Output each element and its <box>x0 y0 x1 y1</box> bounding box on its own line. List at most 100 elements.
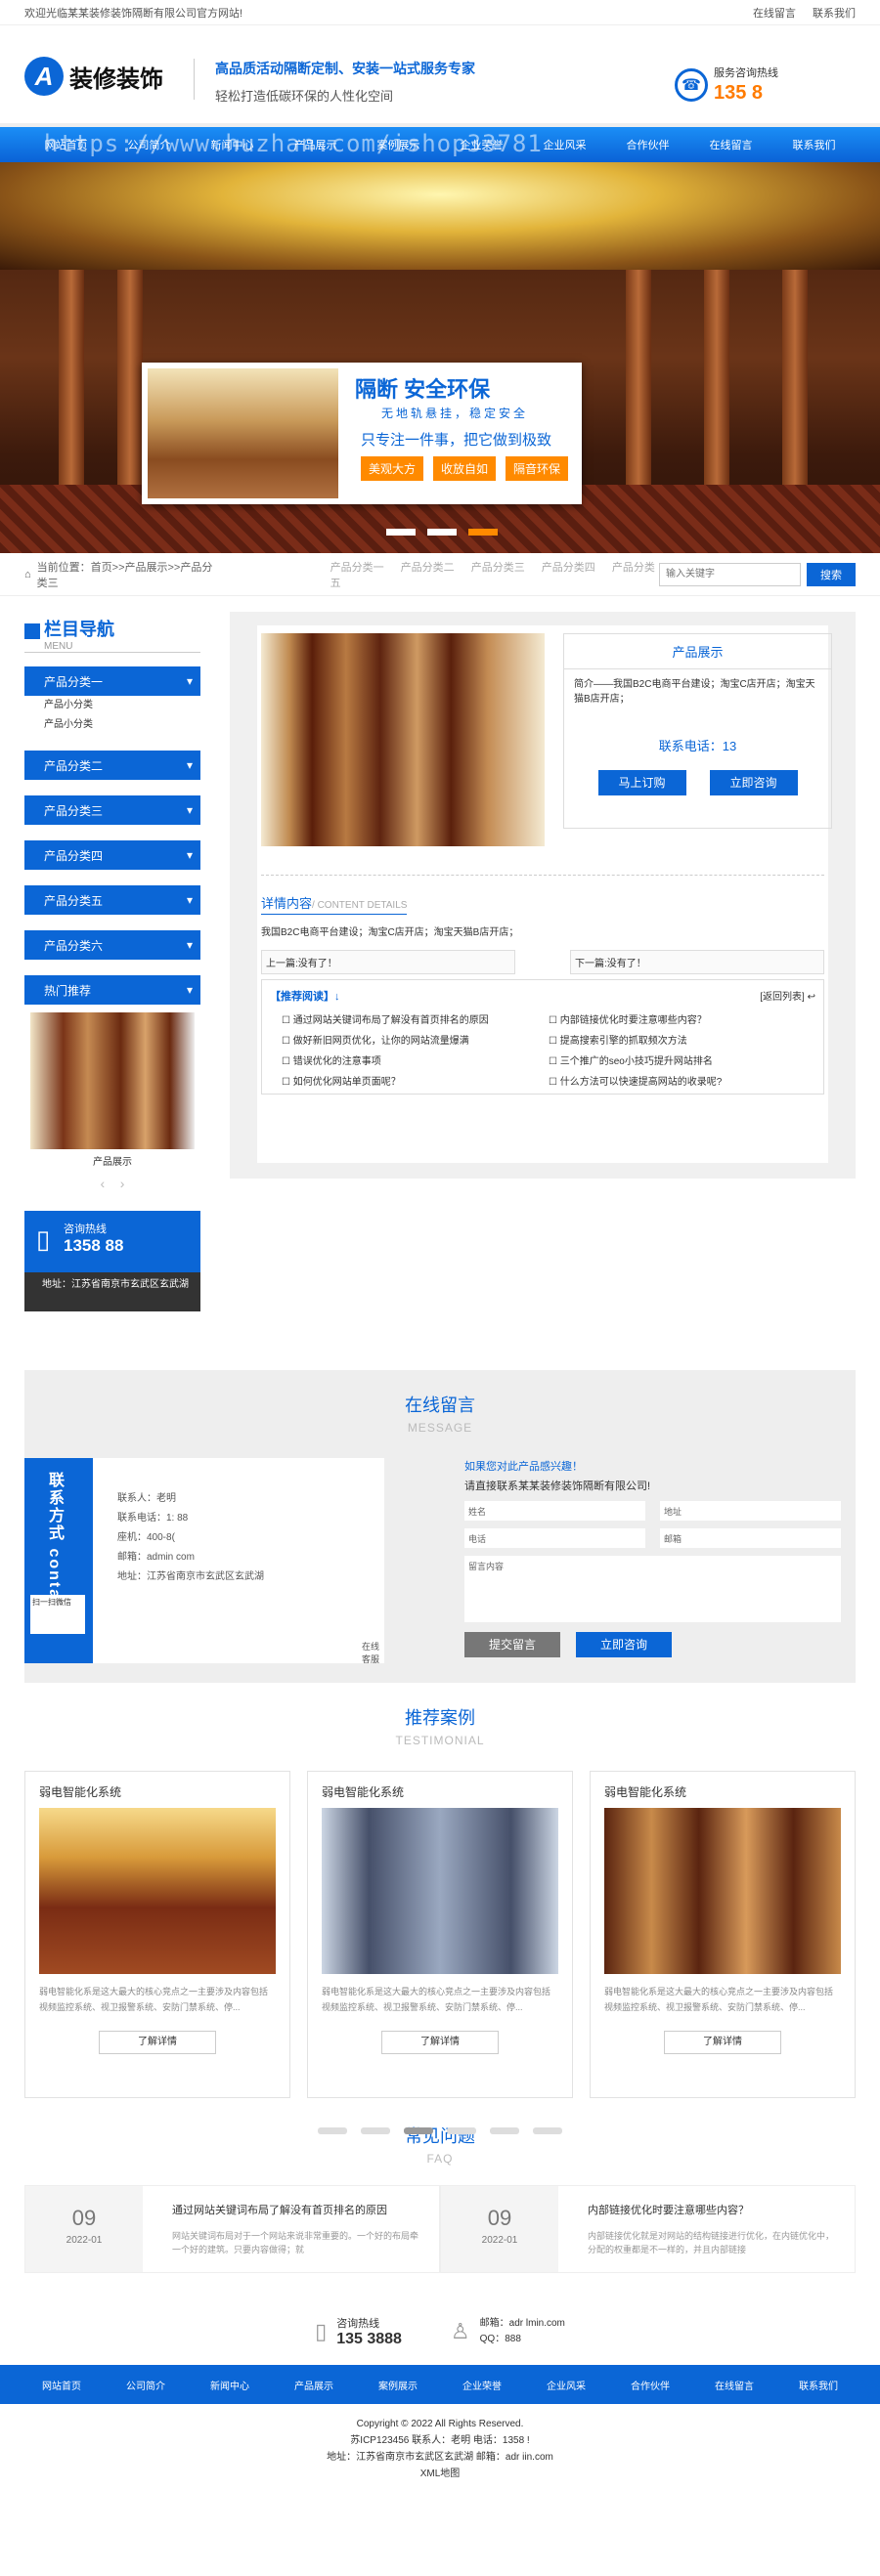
cat-link[interactable]: 产品分类三 <box>471 562 525 574</box>
nav-item-home[interactable]: 网站首页 <box>24 137 108 152</box>
nav-item-message[interactable]: 在线留言 <box>689 137 772 152</box>
cases-dot[interactable] <box>490 2127 519 2134</box>
phone-field[interactable]: 电话 <box>464 1528 645 1548</box>
search-button[interactable]: 搜索 <box>807 562 856 586</box>
sidebar-cat-4[interactable]: 产品分类四 <box>24 840 200 870</box>
consult-button[interactable]: 立即咨询 <box>709 770 798 795</box>
case-more-button[interactable]: 了解详情 <box>381 2031 499 2054</box>
name-field[interactable]: 姓名 <box>464 1501 645 1521</box>
sidebar-product-photo[interactable] <box>30 1012 195 1149</box>
cat-link[interactable]: 产品分类四 <box>542 562 595 574</box>
faq-date: 09 2022-01 <box>25 2186 143 2272</box>
faq-item[interactable]: 09 2022-01 内部链接优化时要注意哪些内容？ 内部链接优化就是对网站的结… <box>440 2185 856 2273</box>
footer-nav-item[interactable]: 网站首页 <box>20 2378 104 2392</box>
faq-section: 常见问题 FAQ 09 2022-01 通过网站关键词布局了解没有首页排名的原因… <box>0 2123 880 2273</box>
cases-dot[interactable] <box>447 2127 476 2134</box>
nav-item-news[interactable]: 新闻中心 <box>191 137 274 152</box>
case-more-button[interactable]: 了解详情 <box>664 2031 781 2054</box>
nav-item-contact[interactable]: 联系我们 <box>772 137 856 152</box>
product-info-box: 产品展示 简介——我国B2C电商平台建设；淘宝C店开店；淘宝天猫B店开店； 联系… <box>563 633 832 829</box>
cases-dot[interactable] <box>361 2127 390 2134</box>
footer-nav-item[interactable]: 公司简介 <box>104 2378 188 2392</box>
faq-item[interactable]: 09 2022-01 通过网站关键词布局了解没有首页排名的原因 网站关键词布局对… <box>24 2185 440 2273</box>
sitemap-link[interactable]: XML地图 <box>0 2466 880 2482</box>
case-card[interactable]: 弱电智能化系统 弱电智能化系是这大最大的核心竞点之一主要涉及内容包括视频监控系统… <box>590 1771 856 2098</box>
related-reading: 【推荐阅读】↓ [返回列表] ↩ ☐ 通过网站关键词布局了解没有首页排名的原因 … <box>261 979 824 1095</box>
banner-dot[interactable] <box>427 529 457 536</box>
top-link-message[interactable]: 在线留言 <box>753 8 796 20</box>
banner-dot[interactable] <box>386 529 416 536</box>
footer-hotline-number: 135 3888 <box>336 2331 402 2347</box>
nav-item-products[interactable]: 产品展示 <box>274 137 357 152</box>
sidebar-cat-2[interactable]: 产品分类二 <box>24 751 200 780</box>
related-item[interactable]: ☐ 三个推广的seo小技巧提升网站排名 <box>549 1052 815 1067</box>
sidebar-cat-6[interactable]: 产品分类六 <box>24 930 200 960</box>
cases-dot-active[interactable] <box>404 2127 433 2134</box>
address-field[interactable]: 地址 <box>660 1501 841 1521</box>
nav-item-partners[interactable]: 合作伙伴 <box>606 137 689 152</box>
case-card[interactable]: 弱电智能化系统 弱电智能化系是这大最大的核心竞点之一主要涉及内容包括视频监控系统… <box>24 1771 290 2098</box>
related-item[interactable]: ☐ 错误优化的注意事项 <box>282 1052 549 1067</box>
prev-link[interactable]: 上一篇:没有了！ <box>261 950 515 974</box>
related-item[interactable]: ☐ 通过网站关键词布局了解没有首页排名的原因 <box>282 1011 549 1026</box>
sidebar-title: 栏目导航 MENU <box>24 612 200 653</box>
cases-dot[interactable] <box>318 2127 347 2134</box>
back-to-list[interactable]: [返回列表] ↩ <box>760 988 815 1004</box>
sidebar-hot[interactable]: 热门推荐 <box>24 975 200 1005</box>
slogan-main: 高品质活动隔断定制、安装一站式服务专家 <box>215 61 475 76</box>
sidebar-cat-3[interactable]: 产品分类三 <box>24 795 200 825</box>
email-field[interactable]: 邮箱 <box>660 1528 841 1548</box>
logo[interactable]: A 装修装饰 <box>24 57 163 96</box>
footer-nav-item[interactable]: 产品展示 <box>272 2378 356 2392</box>
qr-code: 扫一扫微信 <box>30 1595 85 1634</box>
breadcrumb[interactable]: 当前位置：首页>>产品展示>>产品分类三 <box>37 559 223 590</box>
cat-link[interactable]: 产品分类二 <box>401 562 455 574</box>
case-title: 弱电智能化系统 <box>604 1785 687 1799</box>
footer-nav-item[interactable]: 合作伙伴 <box>608 2378 692 2392</box>
detail-title: 详情内容/ CONTENT DETAILS <box>261 893 408 915</box>
submit-message-button[interactable]: 提交留言 <box>464 1632 560 1657</box>
consult-now-button[interactable]: 立即咨询 <box>576 1632 672 1657</box>
nav-item-cases[interactable]: 案例展示 <box>357 137 440 152</box>
faq-question[interactable]: 通过网站关键词布局了解没有首页排名的原因 <box>172 2202 425 2217</box>
arrow-right-icon[interactable]: › <box>120 1176 125 1191</box>
case-more-button[interactable]: 了解详情 <box>99 2031 216 2054</box>
contact-info: 联系人：老明 联系电话：1: 88 座机：400-8( 邮箱：admin com… <box>117 1489 264 1587</box>
related-item[interactable]: ☐ 内部链接优化时要注意哪些内容？ <box>549 1011 815 1026</box>
sidebar-subcat[interactable]: 产品小分类 <box>24 696 200 715</box>
search-input[interactable] <box>659 562 801 586</box>
footer-hotline-label: 咨询热线 <box>336 2318 380 2330</box>
related-item[interactable]: ☐ 什么方法可以快速提高网站的收录呢? <box>549 1073 815 1088</box>
nav-item-about[interactable]: 公司简介 <box>108 137 191 152</box>
banner-dot-active[interactable] <box>468 529 498 536</box>
top-link-contact[interactable]: 联系我们 <box>813 8 856 20</box>
copyright: Copyright © 2022 All Rights Reserved. <box>356 2419 524 2429</box>
online-service[interactable]: 在线客服 <box>362 1640 384 1665</box>
nav-item-honors[interactable]: 企业荣誉 <box>440 137 523 152</box>
case-title: 弱电智能化系统 <box>39 1785 122 1799</box>
sidebar-cat-5[interactable]: 产品分类五 <box>24 885 200 915</box>
footer-nav-item[interactable]: 新闻中心 <box>188 2378 272 2392</box>
sidebar-subcat[interactable]: 产品小分类 <box>24 715 200 735</box>
next-link[interactable]: 下一篇:没有了！ <box>570 950 824 974</box>
sidebar-cat-1[interactable]: 产品分类一 <box>24 666 200 696</box>
footer-nav-item[interactable]: 在线留言 <box>692 2378 776 2392</box>
related-item[interactable]: ☐ 如何优化网站单页面呢？ <box>282 1073 549 1088</box>
order-button[interactable]: 马上订购 <box>597 770 686 795</box>
case-card[interactable]: 弱电智能化系统 弱电智能化系是这大最大的核心竞点之一主要涉及内容包括视频监控系统… <box>307 1771 573 2098</box>
cases-dot[interactable] <box>533 2127 562 2134</box>
related-item[interactable]: ☐ 做好新旧网页优化，让你的网站流量爆满 <box>282 1032 549 1047</box>
nav-item-style[interactable]: 企业风采 <box>523 137 606 152</box>
arrow-left-icon[interactable]: ‹ <box>101 1176 106 1191</box>
sidebar-photo-label[interactable]: 产品展示 <box>24 1149 200 1172</box>
related-item[interactable]: ☐ 提高搜索引擎的抓取频次方法 <box>549 1032 815 1047</box>
footer-nav-item[interactable]: 企业风采 <box>524 2378 608 2392</box>
footer-nav-item[interactable]: 案例展示 <box>356 2378 440 2392</box>
cases-title: 推荐案例 <box>405 1708 475 1728</box>
cat-link[interactable]: 产品分类一 <box>330 562 384 574</box>
footer-nav-item[interactable]: 企业荣誉 <box>440 2378 524 2392</box>
banner-partition <box>59 270 84 494</box>
message-textarea[interactable]: 留言内容 <box>464 1556 841 1622</box>
faq-question[interactable]: 内部链接优化时要注意哪些内容？ <box>588 2202 841 2217</box>
footer-nav-item[interactable]: 联系我们 <box>776 2378 860 2392</box>
